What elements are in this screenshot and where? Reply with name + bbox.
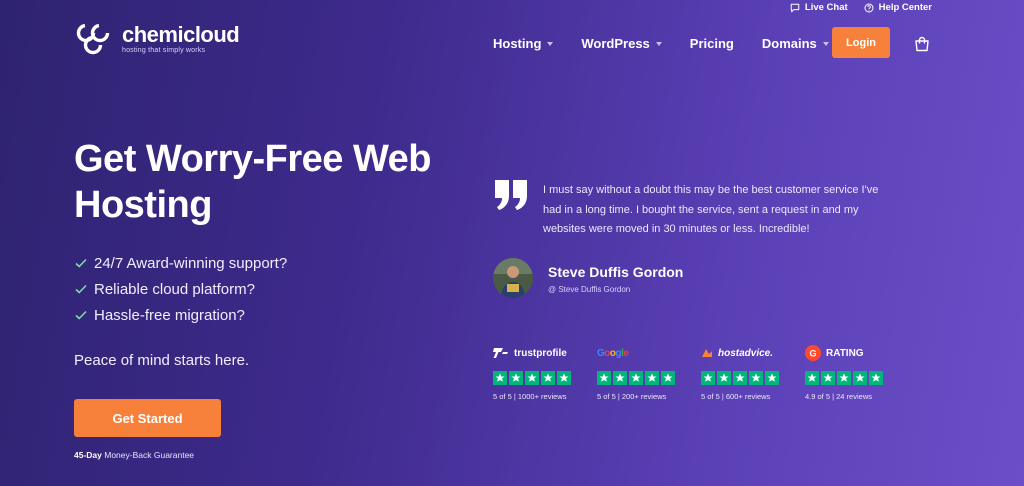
- nav-item-hosting[interactable]: Hosting: [493, 28, 554, 58]
- star-icon: [869, 371, 883, 385]
- testimonial-author: Steve Duffis Gordon: [548, 264, 684, 280]
- star-icon: [749, 371, 763, 385]
- review-brand: trustprofile: [493, 344, 597, 362]
- nav-item-domains[interactable]: Domains: [762, 28, 829, 58]
- feature-text: 24/7 Award-winning support?: [94, 254, 288, 272]
- star-icon: [525, 371, 539, 385]
- g2-icon: G: [805, 345, 821, 361]
- avatar: [493, 258, 533, 298]
- star-icon: [765, 371, 779, 385]
- star-icon: [613, 371, 627, 385]
- cart-icon[interactable]: [913, 35, 931, 53]
- review-meta: 5 of 5 | 600+ reviews: [701, 392, 771, 401]
- brand-name: trustprofile: [514, 347, 567, 359]
- feature-item: Hassle-free migration?: [74, 302, 287, 328]
- chevron-down-icon: [822, 41, 829, 46]
- check-icon: [75, 258, 87, 268]
- check-icon: [75, 310, 87, 320]
- star-icon: [557, 371, 571, 385]
- feature-text: Hassle-free migration?: [94, 306, 245, 324]
- logo-name: chemicloud: [122, 22, 240, 47]
- main-nav: Hosting WordPress Pricing Domains: [493, 28, 857, 58]
- help-center-link[interactable]: Help Center: [864, 2, 932, 13]
- testimonial-handle: @ Steve Duffis Gordon: [548, 285, 631, 294]
- star-rating: [701, 371, 805, 385]
- star-icon: [493, 371, 507, 385]
- svg-text:G: G: [809, 349, 816, 359]
- guarantee-text: Money-Back Guarantee: [101, 450, 195, 460]
- brand-name: RATING: [826, 347, 864, 359]
- logo-mark-icon: [76, 23, 110, 55]
- help-icon: [864, 2, 874, 13]
- star-icon: [509, 371, 523, 385]
- google-logo: Google: [597, 347, 629, 359]
- star-icon: [597, 371, 611, 385]
- avatar-photo: [493, 258, 533, 298]
- star-icon: [661, 371, 675, 385]
- review-meta: 5 of 5 | 200+ reviews: [597, 392, 667, 401]
- review-google[interactable]: Google 5 of 5 | 200+ reviews: [597, 344, 701, 402]
- testimonial-quote: I must say without a doubt this may be t…: [543, 184, 879, 235]
- review-g2[interactable]: G RATING 4.9 of 5 | 24 reviews: [805, 344, 909, 402]
- live-chat-label: Live Chat: [804, 2, 848, 13]
- check-icon: [75, 284, 87, 294]
- review-meta: 4.9 of 5 | 24 reviews: [805, 392, 872, 401]
- trustprofile-icon: [493, 348, 508, 358]
- money-back-guarantee: 45-Day Money-Back Guarantee: [74, 450, 194, 460]
- review-hostadvice[interactable]: hostadvice. 5 of 5 | 600+ reviews: [701, 344, 805, 402]
- guarantee-days: 45-Day: [74, 450, 102, 460]
- google-letter: e: [623, 347, 629, 359]
- review-meta: 5 of 5 | 1000+ reviews: [493, 392, 567, 401]
- chemicloud-logo[interactable]: chemicloud hosting that simply works: [74, 22, 240, 56]
- logo-tagline: hosting that simply works: [122, 47, 206, 54]
- top-utility-bar: Live Chat Help Center: [790, 2, 932, 13]
- review-badges: trustprofile 5 of 5 | 1000+ reviews Goog…: [493, 344, 909, 402]
- login-button[interactable]: Login: [832, 27, 890, 58]
- star-icon: [853, 371, 867, 385]
- nav-item-label: Hosting: [493, 35, 542, 51]
- star-icon: [805, 371, 819, 385]
- review-trustprofile[interactable]: trustprofile 5 of 5 | 1000+ reviews: [493, 344, 597, 402]
- star-icon: [629, 371, 643, 385]
- star-icon: [821, 371, 835, 385]
- hero-tagline: Peace of mind starts here.: [74, 352, 250, 369]
- chat-icon: [790, 3, 800, 12]
- feature-text: Reliable cloud platform?: [94, 280, 255, 298]
- feature-item: 24/7 Award-winning support?: [74, 250, 287, 276]
- feature-list: 24/7 Award-winning support? Reliable clo…: [74, 250, 287, 328]
- get-started-button[interactable]: Get Started: [74, 399, 221, 437]
- star-rating: [493, 371, 597, 385]
- star-icon: [645, 371, 659, 385]
- nav-item-wordpress[interactable]: WordPress: [581, 28, 662, 58]
- nav-item-pricing[interactable]: Pricing: [690, 28, 734, 58]
- star-rating: [597, 371, 701, 385]
- help-center-label: Help Center: [878, 2, 932, 13]
- brand-name: hostadvice.: [718, 347, 774, 359]
- chevron-down-icon: [655, 41, 662, 46]
- nav-item-label: Domains: [761, 35, 817, 51]
- live-chat-link[interactable]: Live Chat: [790, 2, 848, 13]
- star-icon: [717, 371, 731, 385]
- nav-item-label: Pricing: [689, 35, 734, 51]
- star-icon: [837, 371, 851, 385]
- feature-item: Reliable cloud platform?: [74, 276, 287, 302]
- review-brand: hostadvice.: [701, 344, 805, 362]
- review-brand: Google: [597, 344, 701, 362]
- hostadvice-icon: [702, 349, 712, 357]
- chevron-down-icon: [547, 41, 554, 46]
- hero-title: Get Worry-Free Web Hosting: [74, 138, 432, 226]
- star-rating: [805, 371, 909, 385]
- review-brand: G RATING: [805, 344, 909, 362]
- star-icon: [541, 371, 555, 385]
- quote-icon: [495, 180, 527, 210]
- star-icon: [733, 371, 747, 385]
- nav-item-label: WordPress: [581, 35, 650, 51]
- star-icon: [701, 371, 715, 385]
